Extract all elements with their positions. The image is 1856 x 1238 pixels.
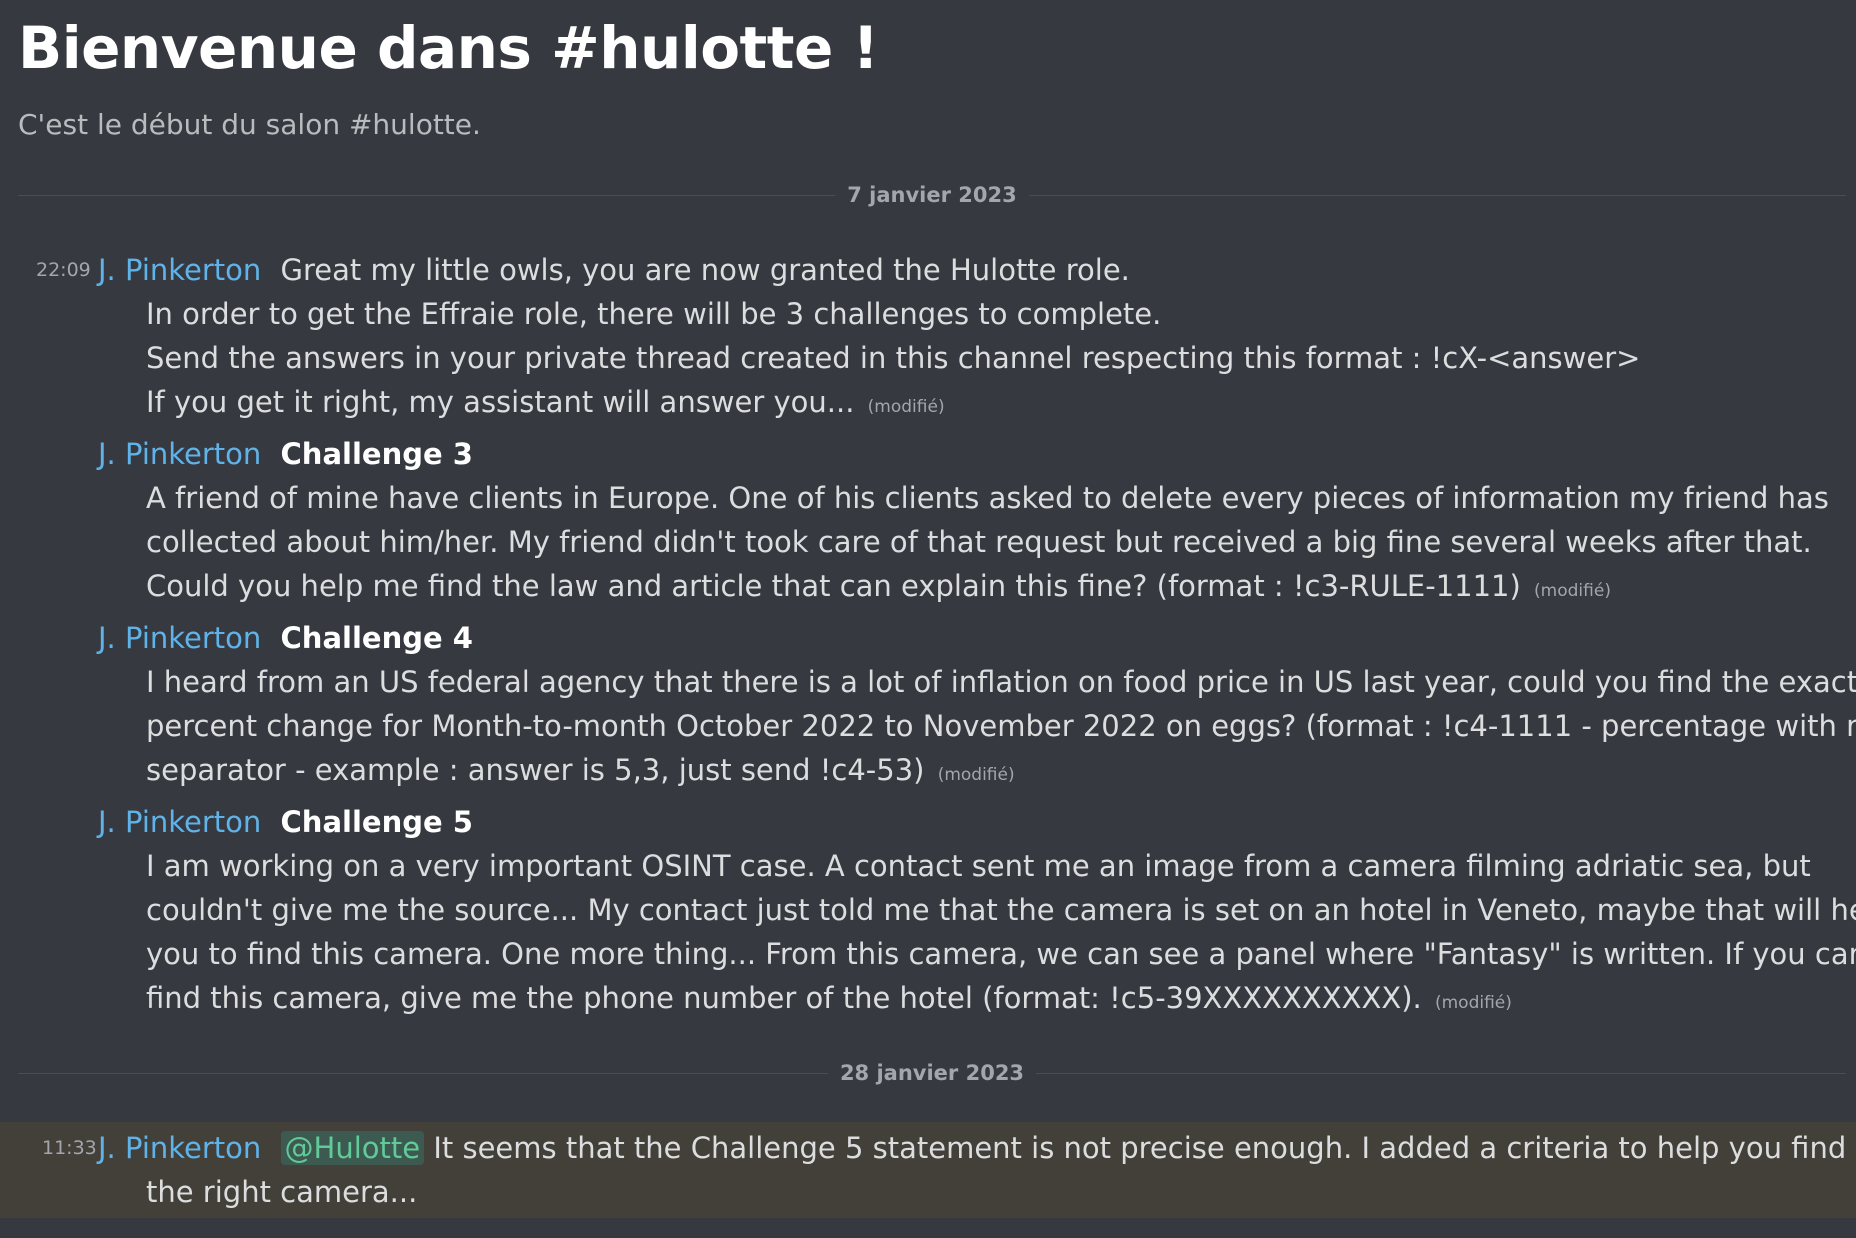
message[interactable]: 22:09 J. Pinkerton Great my little owls,… [0,248,1856,420]
message-timestamp: 11:33 [42,1137,97,1159]
date-divider: 28 janvier 2023 [18,1061,1846,1085]
message-text: A friend of mine have clients in Europe.… [146,481,1829,515]
message[interactable]: J. Pinkerton Challenge 5 I am working on… [0,800,1856,1020]
message-text: find this camera, give me the phone numb… [146,981,1422,1015]
edited-label: (modifié) [1534,581,1611,601]
message-heading: Challenge 5 [280,805,473,839]
message-heading: Challenge 3 [280,437,473,471]
message-timestamp: 22:09 [36,259,91,281]
message-text: the right camera... [146,1175,418,1209]
channel-welcome-title: Bienvenue dans #hulotte ! [18,14,879,82]
message-heading: Challenge 4 [280,621,473,655]
chat-channel: Bienvenue dans #hulotte ! C'est le début… [0,0,1856,1238]
message-text: In order to get the Effraie role, there … [146,297,1162,331]
edited-label: (modifié) [937,765,1015,785]
channel-welcome-subtitle: C'est le début du salon #hulotte. [18,108,481,141]
message-text: couldn't give me the source... My contac… [146,893,1856,927]
message-highlighted[interactable]: 11:33 J. Pinkerton @Hulotte It seems tha… [0,1122,1856,1218]
message[interactable]: J. Pinkerton Challenge 3 A friend of min… [0,432,1856,608]
edited-label: (modifié) [1434,993,1512,1013]
message-text: I heard from an US federal agency that t… [146,665,1856,699]
message-text: Could you help me find the law and artic… [146,569,1521,603]
message-author[interactable]: J. Pinkerton [98,805,261,839]
date-divider-label: 28 janvier 2023 [827,1061,1037,1085]
message-author[interactable]: J. Pinkerton [98,253,261,287]
message[interactable]: J. Pinkerton Challenge 4 I heard from an… [0,616,1856,792]
user-mention[interactable]: @Hulotte [280,1131,425,1165]
edited-label: (modifié) [867,397,945,417]
message-text: percent change for Month-to-month Octobe… [146,709,1856,743]
message-text: collected about him/her. My friend didn'… [146,525,1812,559]
message-text: separator - example : answer is 5,3, jus… [146,753,925,787]
message-text: Great my little owls, you are now grante… [280,253,1130,287]
message-author[interactable]: J. Pinkerton [98,1131,261,1165]
message-author[interactable]: J. Pinkerton [98,621,261,655]
message-author[interactable]: J. Pinkerton [98,437,261,471]
message-text: Send the answers in your private thread … [146,341,1641,375]
date-divider-label: 7 janvier 2023 [835,183,1029,207]
message-text: I am working on a very important OSINT c… [146,849,1811,883]
date-divider: 7 janvier 2023 [18,183,1846,207]
message-text: you to find this camera. One more thing.… [146,937,1856,971]
message-text: It seems that the Challenge 5 statement … [433,1131,1847,1165]
message-text: If you get it right, my assistant will a… [146,385,855,419]
